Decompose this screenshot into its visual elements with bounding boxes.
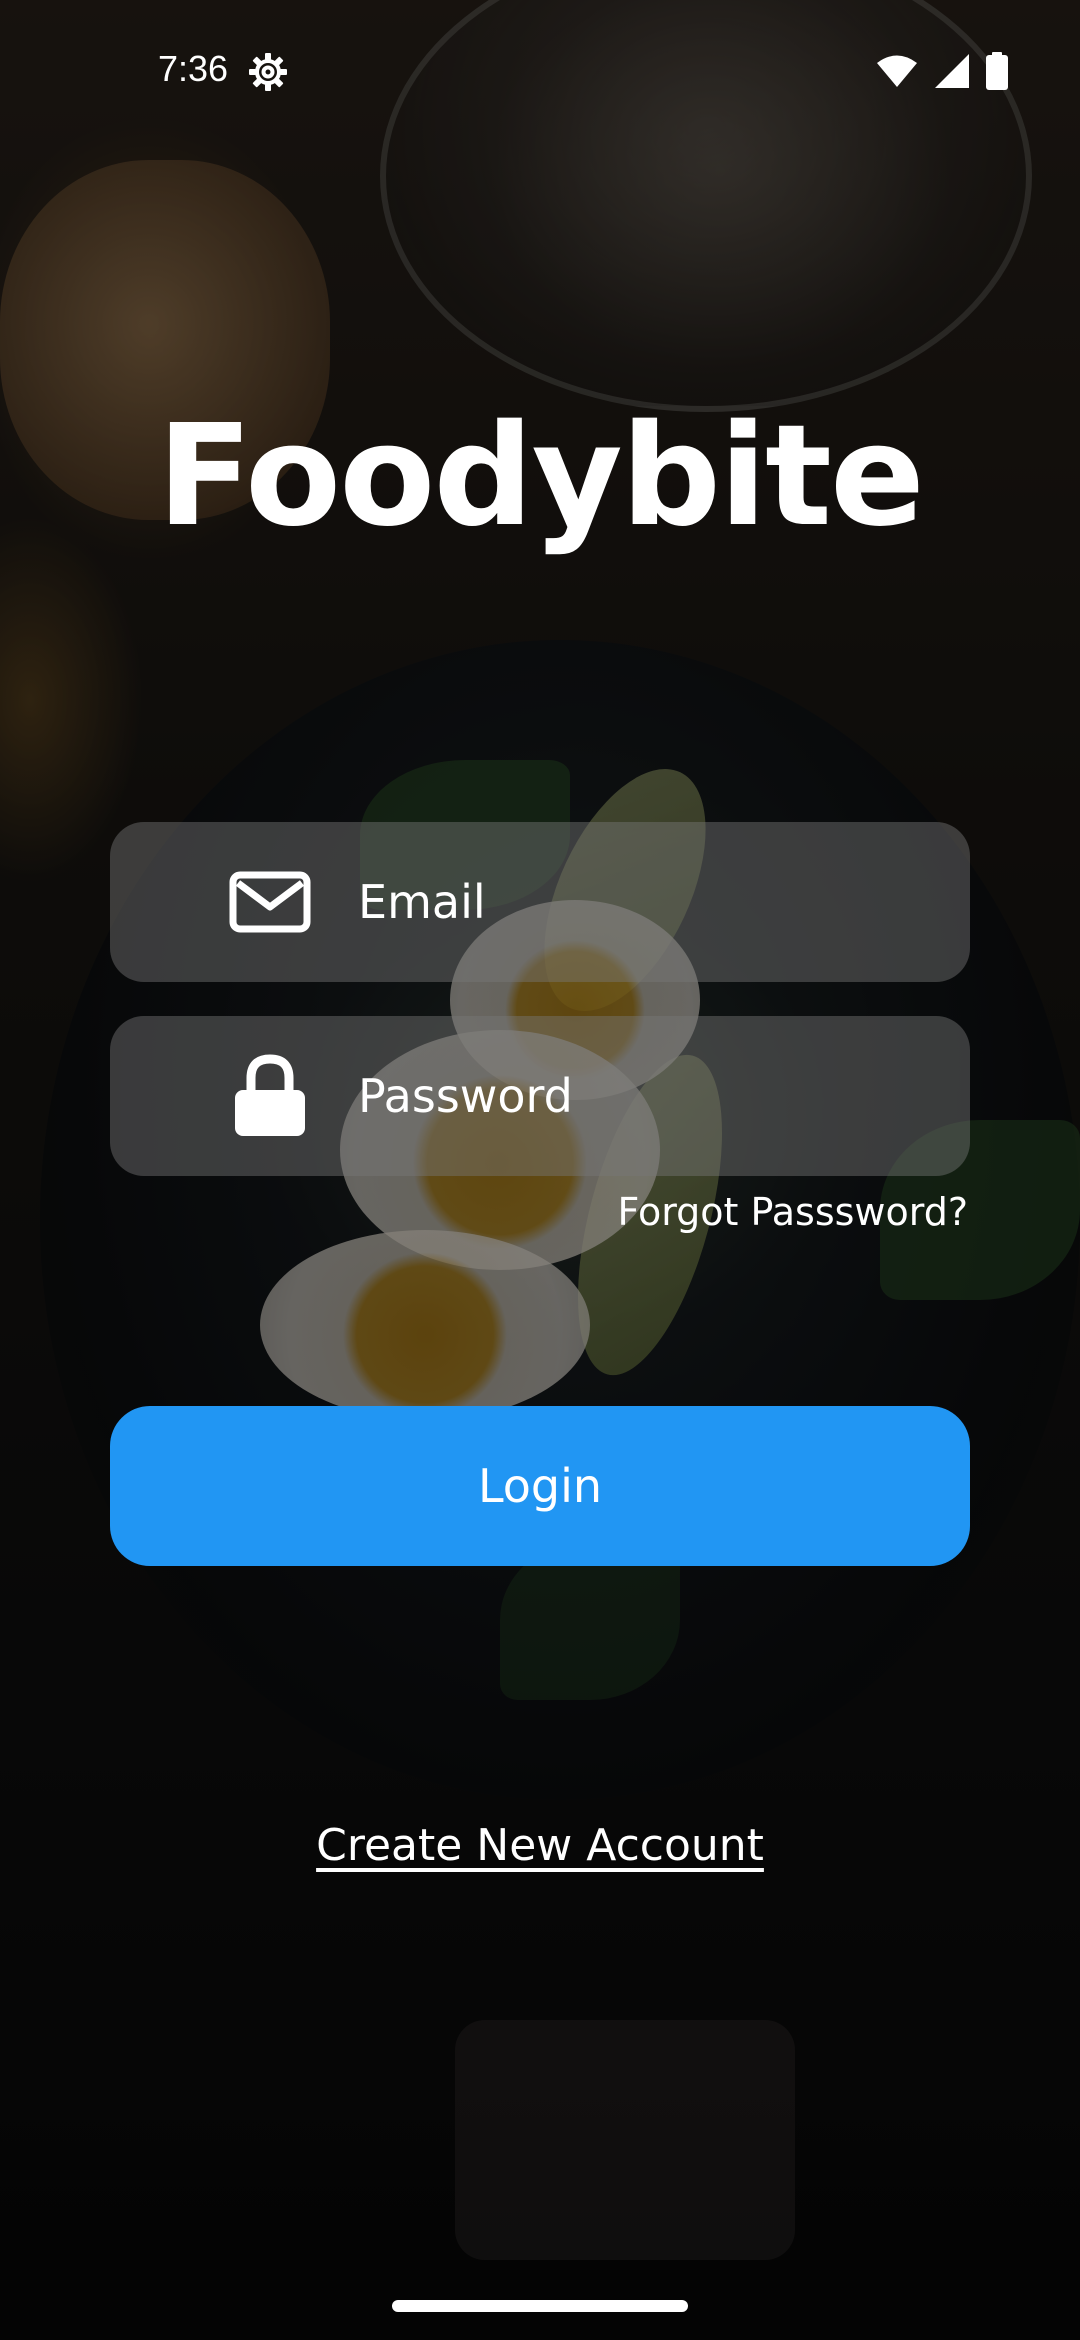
mail-icon: [220, 858, 320, 946]
password-input[interactable]: [358, 1016, 938, 1176]
login-button-label: Login: [477, 1459, 603, 1513]
email-input[interactable]: [358, 822, 938, 982]
lock-icon: [220, 1052, 320, 1140]
email-field[interactable]: [110, 822, 970, 982]
create-account-link[interactable]: Create New Account: [0, 1820, 1080, 1871]
login-button[interactable]: Login: [110, 1406, 970, 1566]
signal-icon: [934, 53, 970, 93]
battery-icon: [986, 52, 1008, 94]
status-time: 7:36: [158, 48, 229, 89]
status-bar: 7:36: [0, 0, 1080, 140]
home-indicator[interactable]: [392, 2300, 688, 2312]
status-icons: [876, 52, 1008, 94]
app-title: Foodybite: [157, 395, 925, 558]
settings-icon: [248, 52, 288, 92]
wifi-icon: [876, 54, 918, 92]
password-field[interactable]: [110, 1016, 970, 1176]
forgot-password-link[interactable]: Forgot Passsword?: [617, 1190, 968, 1234]
